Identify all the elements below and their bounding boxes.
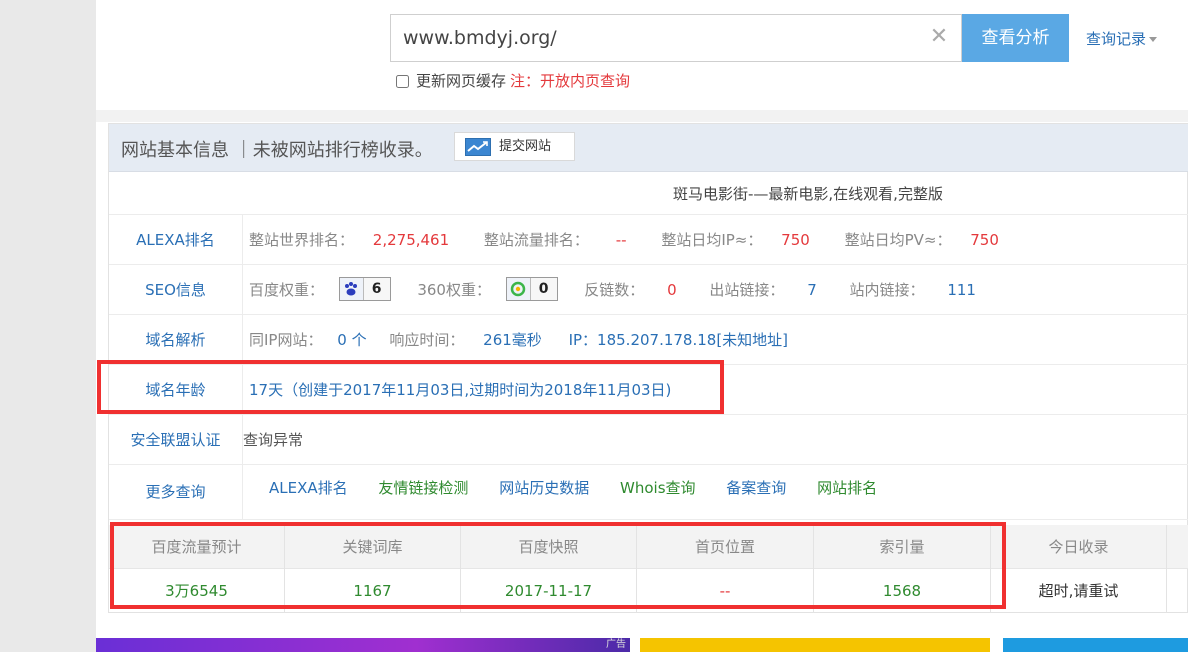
keyword-count-value[interactable]: 1167: [285, 569, 461, 613]
daily-pv-label: 整站日均PV≈：: [844, 231, 952, 249]
stats-header-row: 百度流量预计 关键词库 百度快照 首页位置 索引量 今日收录: [109, 525, 1188, 569]
index-count-value[interactable]: 1568: [814, 569, 991, 613]
clear-icon[interactable]: ✕: [927, 23, 951, 51]
baidu-weight-badge[interactable]: 6: [338, 277, 391, 301]
search-box: ✕: [390, 14, 962, 62]
outbound-links-value: 7: [807, 281, 817, 299]
response-time-value: 261毫秒: [483, 331, 542, 349]
more-queries-links: ALEXA排名 友情链接检测 网站历史数据 Whois查询 备案查询 网站排名: [269, 465, 877, 520]
ad-banner-1[interactable]: 广告: [96, 638, 630, 652]
world-rank-value: 2,275,461: [372, 231, 450, 249]
security-row-content: 查询异常: [243, 415, 303, 465]
more-link-history[interactable]: 网站历史数据: [499, 465, 589, 511]
baidu-snapshot-value[interactable]: 2017-11-17: [461, 569, 637, 613]
security-row-label[interactable]: 安全联盟认证: [109, 415, 243, 465]
inner-page-notice[interactable]: 注：开放内页查询: [510, 72, 630, 90]
seo-row-content: 百度权重： 6 360权重： 0 反链数： 0 出站链接： 7 站内链接： 11…: [249, 265, 976, 315]
more-queries-row: 更多查询 ALEXA排名 友情链接检测 网站历史数据 Whois查询 备案查询 …: [109, 465, 1188, 520]
traffic-rank-value: --: [615, 231, 627, 249]
internal-links-label: 站内链接：: [849, 281, 925, 299]
same-ip-value[interactable]: 0 个: [337, 315, 366, 365]
trend-chart-icon: [465, 138, 491, 156]
more-link-site-rank[interactable]: 网站排名: [817, 465, 877, 511]
baidu-weight-value: 6: [371, 281, 382, 297]
refresh-cache-label: 更新网页缓存: [416, 72, 507, 90]
outbound-links-label: 出站链接：: [709, 281, 785, 299]
alexa-row-content: 整站世界排名： 2,275,461 整站流量排名： -- 整站日均IP≈： 75…: [249, 215, 999, 265]
stats-header-cell: 百度流量预计: [109, 525, 285, 569]
alexa-row: ALEXA排名 整站世界排名： 2,275,461 整站流量排名： -- 整站日…: [109, 215, 1188, 265]
daily-pv-value: 750: [970, 231, 999, 249]
chevron-down-icon: [1149, 37, 1158, 42]
traffic-rank-label: 整站流量排名：: [483, 231, 589, 249]
backlinks-value: 0: [667, 281, 677, 299]
weight-360-label: 360权重：: [417, 281, 491, 299]
site-info-panel: 网站基本信息 ｜未被网站排行榜收录。 提交网站 斑马电影街-—最新电影,在线观看…: [108, 123, 1188, 613]
stats-value-row: 3万6545 1167 2017-11-17 -- 1568 超时,请重试: [109, 569, 1188, 613]
analyze-button[interactable]: 查看分析: [962, 14, 1069, 62]
security-row: 安全联盟认证 查询异常: [109, 415, 1188, 465]
submit-site-button[interactable]: 提交网站: [454, 132, 575, 161]
section-divider: [96, 110, 1188, 122]
url-search-input[interactable]: [391, 15, 921, 61]
refresh-cache-row: 更新网页缓存 注：开放内页查询: [396, 70, 630, 91]
weight-360-badge[interactable]: 0: [505, 277, 558, 301]
stats-header-cell: 首页位置: [637, 525, 814, 569]
more-link-friend-links[interactable]: 友情链接检测: [378, 465, 468, 511]
domain-age-value: 17天（创建于2017年11月03日,过期时间为2018年11月03日): [249, 381, 672, 399]
query-history-label: 查询记录: [1086, 30, 1147, 48]
dns-row-content: 同IP网站： 0 个 响应时间： 261毫秒 IP：185.207.178.18…: [249, 315, 788, 365]
more-link-whois[interactable]: Whois查询: [620, 465, 696, 511]
ad-banner-2[interactable]: [640, 638, 990, 652]
dns-row-label[interactable]: 域名解析: [109, 315, 243, 365]
stats-header-cell: 百度快照: [461, 525, 637, 569]
today-indexed-value: 超时,请重试: [991, 569, 1167, 613]
stats-header-cell: 关键词库: [285, 525, 461, 569]
domain-age-row-content: 17天（创建于2017年11月03日,过期时间为2018年11月03日): [249, 365, 671, 415]
baidu-paw-icon: [339, 278, 364, 300]
more-queries-row-label[interactable]: 更多查询: [109, 465, 243, 520]
world-rank-label: 整站世界排名：: [249, 231, 355, 249]
panel-header: 网站基本信息 ｜未被网站排行榜收录。 提交网站: [109, 124, 1188, 172]
domain-age-row-label[interactable]: 域名年龄: [109, 365, 243, 415]
360-logo-icon: [506, 278, 531, 300]
baidu-weight-label: 百度权重：: [249, 281, 325, 299]
dns-row: 域名解析 同IP网站： 0 个 响应时间： 261毫秒 IP：185.207.1…: [109, 315, 1188, 365]
domain-age-row: 域名年龄 17天（创建于2017年11月03日,过期时间为2018年11月03日…: [109, 365, 1188, 415]
ip-address[interactable]: IP：185.207.178.18[未知地址]: [569, 315, 788, 365]
same-ip-label: 同IP网站：: [249, 331, 323, 349]
panel-title: 网站基本信息 ｜未被网站排行榜收录。: [121, 140, 433, 161]
stats-header-cell: 今日收录: [991, 525, 1167, 569]
baidu-traffic-value[interactable]: 3万6545: [109, 569, 285, 613]
query-history-dropdown[interactable]: 查询记录: [1086, 28, 1158, 49]
home-position-value: --: [637, 569, 814, 613]
weight-360-value: 0: [538, 281, 549, 297]
daily-ip-value: 750: [781, 231, 810, 249]
seo-row-label[interactable]: SEO信息: [109, 265, 243, 315]
backlinks-label: 反链数：: [584, 281, 645, 299]
security-status: 查询异常: [243, 431, 304, 449]
refresh-cache-checkbox[interactable]: [396, 75, 409, 88]
more-link-alexa[interactable]: ALEXA排名: [269, 465, 348, 511]
alexa-row-label[interactable]: ALEXA排名: [109, 215, 243, 265]
ad-tag-label: 广告: [606, 639, 626, 650]
submit-site-label: 提交网站: [499, 139, 552, 154]
ad-banner-3[interactable]: [1003, 638, 1188, 652]
seo-row: SEO信息 百度权重： 6 360权重： 0 反链数： 0 出站链接： 7 站内…: [109, 265, 1188, 315]
site-title-row: 斑马电影街-—最新电影,在线观看,完整版: [109, 173, 1188, 215]
site-title: 斑马电影街-—最新电影,在线观看,完整版: [673, 185, 943, 203]
internal-links-value: 111: [947, 281, 976, 299]
more-link-icp[interactable]: 备案查询: [726, 465, 786, 511]
daily-ip-label: 整站日均IP≈：: [661, 231, 763, 249]
stats-header-cell: 索引量: [814, 525, 991, 569]
response-time-label: 响应时间：: [389, 331, 465, 349]
stats-table: 百度流量预计 关键词库 百度快照 首页位置 索引量 今日收录 3万6545 11…: [109, 525, 1188, 613]
